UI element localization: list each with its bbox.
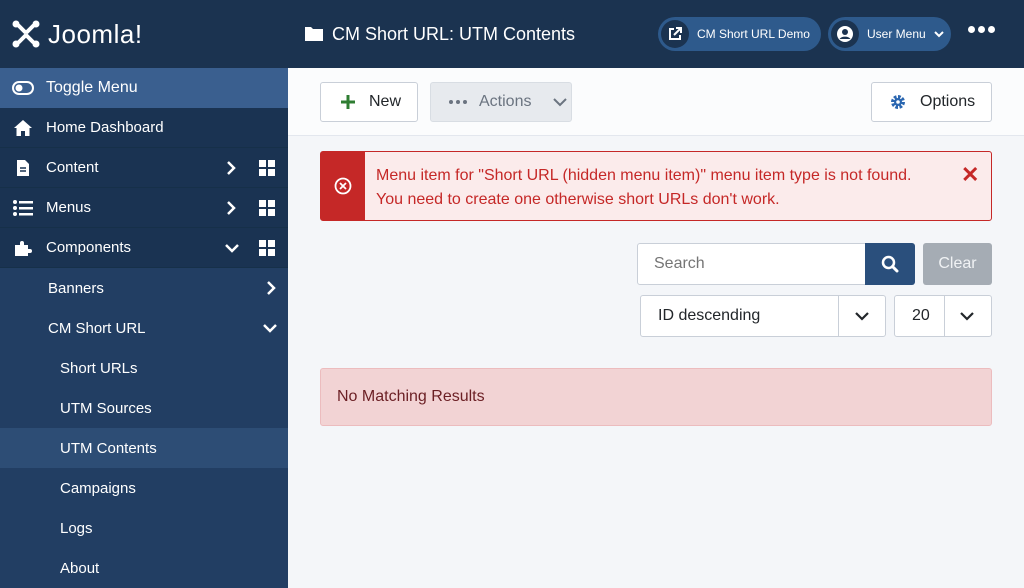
options-button[interactable]: Options xyxy=(871,82,992,122)
external-link-icon xyxy=(661,20,689,48)
home-icon xyxy=(12,118,34,138)
joomla-logo[interactable]: Joomla! xyxy=(0,0,288,68)
new-button-label: New xyxy=(369,93,402,110)
select-divider xyxy=(944,296,945,336)
user-menu-button[interactable]: User Menu xyxy=(828,17,951,51)
no-results-alert: No Matching Results xyxy=(320,368,992,426)
gear-icon xyxy=(891,95,905,109)
sidebar-item-label: Campaigns xyxy=(60,479,136,497)
sidebar-item-menus[interactable]: Menus xyxy=(0,188,288,228)
list-icon xyxy=(12,198,34,218)
chevron-down-icon xyxy=(553,98,568,107)
chevron-right-icon[interactable] xyxy=(224,160,238,176)
brand-name: Joomla! xyxy=(48,18,143,49)
search-icon xyxy=(881,255,899,273)
toggle-menu-button[interactable]: Toggle Menu xyxy=(0,68,288,108)
user-icon xyxy=(831,20,859,48)
site-link-button[interactable]: CM Short URL Demo xyxy=(658,17,821,51)
sidebar-item-label: CM Short URL xyxy=(48,319,146,337)
chevron-down-icon xyxy=(960,312,974,321)
limit-value: 20 xyxy=(912,307,930,324)
error-circle-icon xyxy=(334,177,352,195)
clear-button[interactable]: Clear xyxy=(923,243,992,285)
sidebar-item-label: Logs xyxy=(60,519,93,537)
sidebar-item-cm-short-url[interactable]: CM Short URL xyxy=(0,308,288,348)
sidebar-item-home-dashboard[interactable]: Home Dashboard xyxy=(0,108,288,148)
options-button-label: Options xyxy=(920,93,976,110)
sidebar-item-logs[interactable]: Logs xyxy=(0,508,288,548)
chevron-down-icon[interactable] xyxy=(262,320,278,336)
close-icon[interactable]: ✕ xyxy=(961,162,979,188)
plus-icon xyxy=(341,95,355,109)
toggle-menu-label: Toggle Menu xyxy=(46,79,138,96)
sidebar-item-utm-contents[interactable]: UTM Contents xyxy=(0,428,288,468)
alert-message-line2: You need to create one otherwise short U… xyxy=(376,191,780,208)
sidebar-item-label: UTM Sources xyxy=(60,399,152,417)
search-button[interactable] xyxy=(865,243,915,285)
dashboard-icon[interactable] xyxy=(259,160,275,176)
search-input[interactable] xyxy=(637,243,866,285)
joomla-logo-icon xyxy=(12,20,40,48)
alert-message-line1: Menu item for "Short URL (hidden menu it… xyxy=(376,167,912,184)
file-icon xyxy=(12,158,34,178)
dashboard-icon[interactable] xyxy=(259,200,275,216)
actions-button[interactable]: Actions xyxy=(430,82,572,122)
folder-icon xyxy=(305,27,323,41)
sidebar-item-label: Home Dashboard xyxy=(46,119,164,136)
site-link-label: CM Short URL Demo xyxy=(697,27,810,41)
top-header: CM Short URL: UTM Contents CM Short URL … xyxy=(288,0,1024,68)
ordering-value: ID descending xyxy=(658,307,761,324)
sidebar-item-label: Components xyxy=(46,239,132,256)
alert-side xyxy=(321,152,365,220)
actions-button-label: Actions xyxy=(479,93,532,110)
select-divider xyxy=(838,296,839,336)
chevron-right-icon[interactable] xyxy=(264,280,278,296)
sidebar: Joomla! Toggle Menu Home Dashboard Conte… xyxy=(0,0,288,588)
new-button[interactable]: New xyxy=(320,82,418,122)
alert-message: Menu item for "Short URL (hidden menu it… xyxy=(376,164,956,212)
sidebar-item-label: About xyxy=(60,559,100,577)
error-alert: Menu item for "Short URL (hidden menu it… xyxy=(320,151,992,221)
no-results-message: No Matching Results xyxy=(337,388,485,405)
toolbar: New Actions Options xyxy=(288,68,1024,136)
sidebar-item-short-urls[interactable]: Short URLs xyxy=(0,348,288,388)
ellipsis-icon xyxy=(449,100,467,104)
ordering-select[interactable]: ID descending xyxy=(640,295,886,337)
sidebar-item-campaigns[interactable]: Campaigns xyxy=(0,468,288,508)
sidebar-item-label: Menus xyxy=(46,199,92,216)
chevron-down-icon xyxy=(855,312,869,321)
sidebar-item-label: Banners xyxy=(48,279,104,297)
sidebar-item-label: Short URLs xyxy=(60,359,138,377)
chevron-right-icon[interactable] xyxy=(224,200,238,216)
more-menu-icon[interactable] xyxy=(968,26,995,33)
sidebar-item-utm-sources[interactable]: UTM Sources xyxy=(0,388,288,428)
sidebar-item-label: Content xyxy=(46,159,99,176)
toggle-icon xyxy=(12,78,34,98)
sidebar-item-banners[interactable]: Banners xyxy=(0,268,288,308)
page-title: CM Short URL: UTM Contents xyxy=(332,23,576,44)
sidebar-item-components[interactable]: Components xyxy=(0,228,288,268)
sidebar-item-label: UTM Contents xyxy=(60,439,157,457)
chevron-down-icon[interactable] xyxy=(224,240,240,256)
user-menu-label: User Menu xyxy=(867,27,926,41)
dashboard-icon[interactable] xyxy=(259,240,275,256)
limit-select[interactable]: 20 xyxy=(894,295,992,337)
chevron-down-icon xyxy=(933,31,944,38)
sidebar-item-about[interactable]: About xyxy=(0,548,288,588)
sidebar-item-content[interactable]: Content xyxy=(0,148,288,188)
puzzle-icon xyxy=(12,238,34,258)
